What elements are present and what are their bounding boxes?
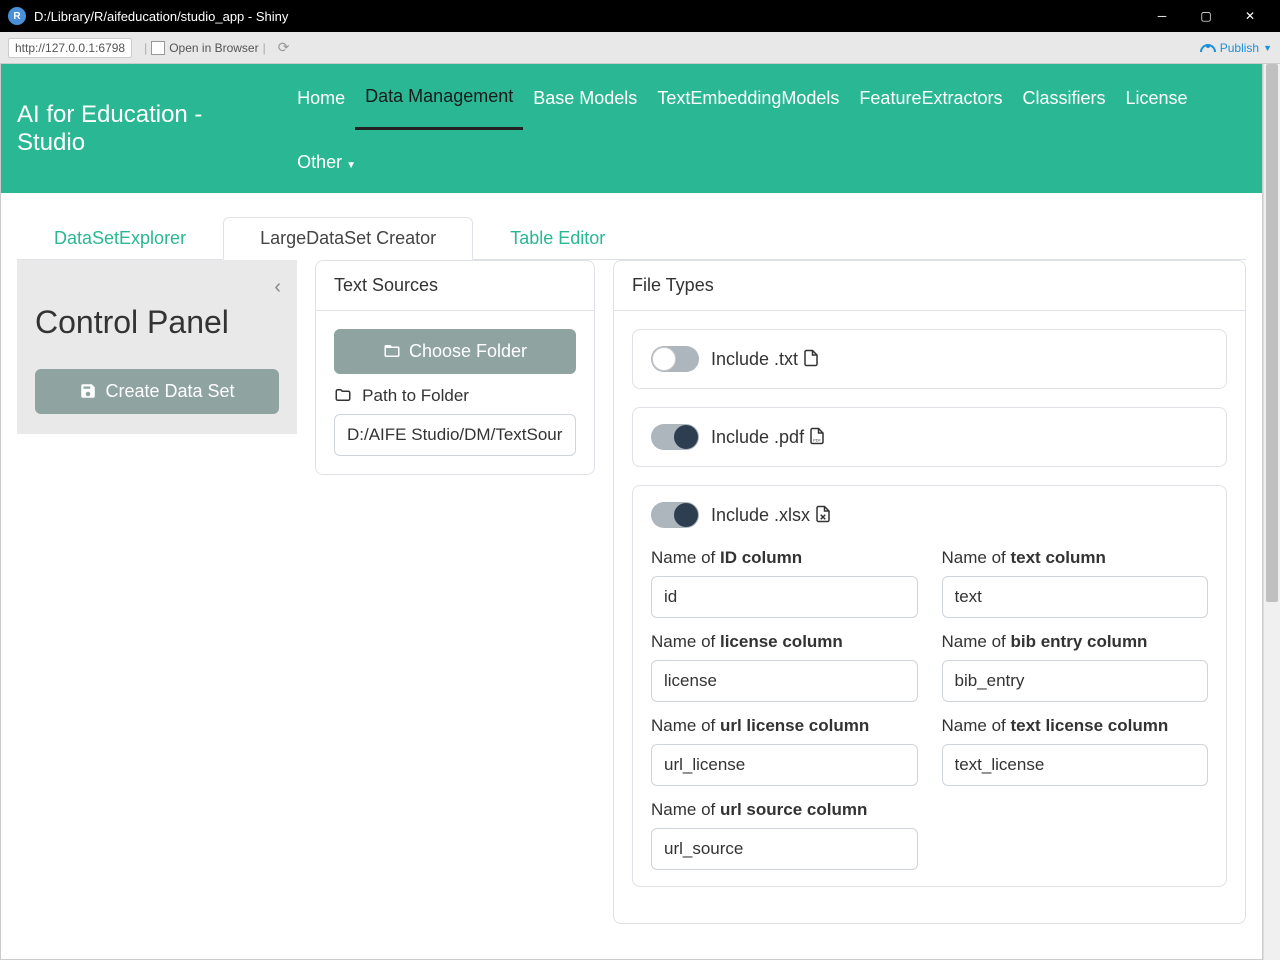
open-in-browser-label: Open in Browser	[169, 41, 258, 55]
refresh-button[interactable]: ⟳	[278, 39, 290, 56]
license-column-label: Name of license column	[651, 632, 918, 652]
app-icon: R	[8, 7, 26, 25]
nav-classifiers[interactable]: Classifiers	[1012, 66, 1115, 129]
path-to-folder-input[interactable]	[334, 414, 576, 456]
include-pdf-toggle[interactable]	[651, 424, 699, 450]
file-xlsx-icon	[814, 505, 832, 525]
window-close-button[interactable]: ✕	[1228, 0, 1272, 32]
bib-entry-column-label: Name of bib entry column	[942, 632, 1209, 652]
include-txt-block: Include .txt	[632, 329, 1227, 389]
nav-data-management[interactable]: Data Management	[355, 64, 523, 130]
url-display: http://127.0.0.1:6798	[8, 38, 132, 58]
text-license-column-input[interactable]	[942, 744, 1209, 786]
nav-other[interactable]: Other▼	[287, 130, 366, 193]
create-data-set-label: Create Data Set	[105, 381, 234, 402]
include-pdf-block: Include .pdf PDF	[632, 407, 1227, 467]
include-xlsx-label: Include .xlsx	[711, 505, 832, 526]
viewer-toolbar: http://127.0.0.1:6798 | Open in Browser …	[0, 32, 1280, 64]
include-txt-label: Include .txt	[711, 349, 820, 370]
publish-label: Publish	[1220, 41, 1259, 55]
text-column-label: Name of text column	[942, 548, 1209, 568]
include-pdf-label: Include .pdf PDF	[711, 427, 826, 448]
include-xlsx-toggle[interactable]	[651, 502, 699, 528]
text-sources-panel: Text Sources Choose Folder Path to Folde…	[315, 260, 595, 475]
sub-tabs: DataSetExplorer LargeDataSet Creator Tab…	[17, 217, 1246, 260]
id-column-input[interactable]	[651, 576, 918, 618]
url-source-column-input[interactable]	[651, 828, 918, 870]
window-minimize-button[interactable]: ─	[1140, 0, 1184, 32]
vertical-scrollbar[interactable]	[1263, 64, 1280, 960]
nav-text-embedding-models[interactable]: TextEmbeddingModels	[647, 66, 849, 129]
window-titlebar: R D:/Library/R/aifeducation/studio_app -…	[0, 0, 1280, 32]
id-column-label: Name of ID column	[651, 548, 918, 568]
nav-home[interactable]: Home	[287, 66, 355, 129]
svg-text:PDF: PDF	[813, 438, 821, 442]
tab-dataset-explorer[interactable]: DataSetExplorer	[17, 217, 223, 260]
main-navbar: AI for Education - Studio Home Data Mana…	[1, 64, 1262, 193]
url-license-column-label: Name of url license column	[651, 716, 918, 736]
choose-folder-button[interactable]: Choose Folder	[334, 329, 576, 374]
save-icon	[79, 381, 97, 402]
file-types-title: File Types	[614, 261, 1245, 311]
folder-icon	[334, 388, 356, 405]
tab-largedataset-creator[interactable]: LargeDataSet Creator	[223, 217, 473, 260]
folder-open-icon	[383, 341, 401, 362]
nav-base-models[interactable]: Base Models	[523, 66, 647, 129]
publish-button[interactable]: Publish ▼	[1200, 41, 1272, 55]
browser-icon	[151, 41, 165, 55]
url-license-column-input[interactable]	[651, 744, 918, 786]
file-pdf-icon: PDF	[808, 427, 826, 447]
publish-icon	[1200, 44, 1216, 52]
text-license-column-label: Name of text license column	[942, 716, 1209, 736]
tab-table-editor[interactable]: Table Editor	[473, 217, 642, 260]
nav-feature-extractors[interactable]: FeatureExtractors	[849, 66, 1012, 129]
create-data-set-button[interactable]: Create Data Set	[35, 369, 279, 414]
include-txt-toggle[interactable]	[651, 346, 699, 372]
file-txt-icon	[802, 349, 820, 369]
bib-entry-column-input[interactable]	[942, 660, 1209, 702]
text-sources-title: Text Sources	[316, 261, 594, 311]
license-column-input[interactable]	[651, 660, 918, 702]
path-to-folder-label: Path to Folder	[334, 386, 576, 406]
control-panel-sidebar: ‹ Control Panel Create Data Set	[17, 260, 297, 434]
url-source-column-label: Name of url source column	[651, 800, 918, 820]
text-column-input[interactable]	[942, 576, 1209, 618]
sidebar-collapse-button[interactable]: ‹	[274, 276, 281, 299]
choose-folder-label: Choose Folder	[409, 341, 527, 362]
open-in-browser-button[interactable]: Open in Browser	[151, 41, 258, 55]
include-xlsx-block: Include .xlsx Name of ID column Nam	[632, 485, 1227, 887]
window-maximize-button[interactable]: ▢	[1184, 0, 1228, 32]
nav-license[interactable]: License	[1116, 66, 1198, 129]
control-panel-heading: Control Panel	[35, 304, 279, 341]
window-title: D:/Library/R/aifeducation/studio_app - S…	[34, 9, 1140, 24]
file-types-panel: File Types Include .txt	[613, 260, 1246, 924]
app-brand: AI for Education - Studio	[17, 101, 269, 157]
